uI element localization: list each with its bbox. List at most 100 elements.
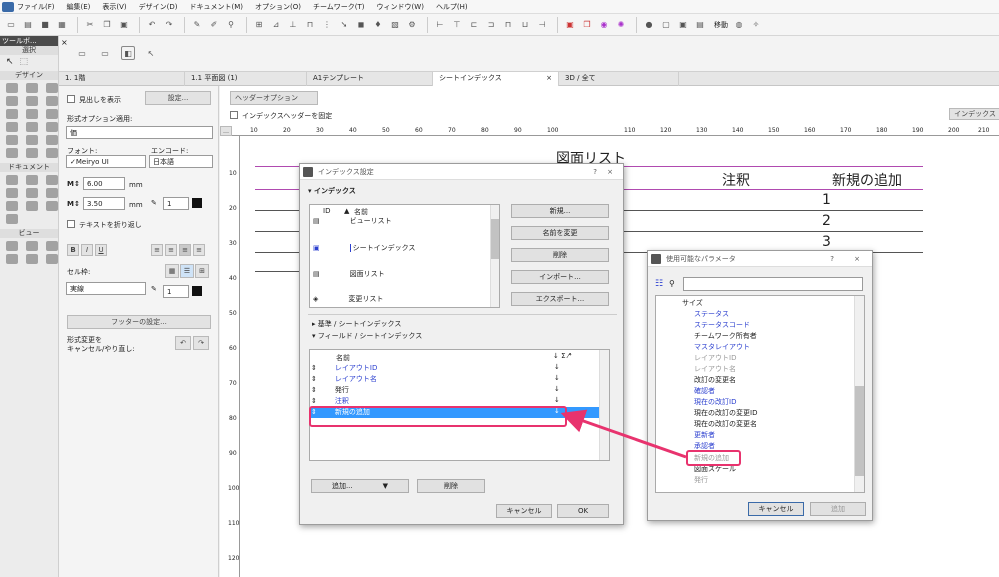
frame-all-icon[interactable]: ⊞	[195, 264, 209, 278]
align-left-icon[interactable]: ≡	[151, 244, 163, 256]
circle-icon[interactable]: ●	[642, 18, 656, 32]
arrow-select-icon[interactable]: ↖	[6, 57, 14, 67]
index-button[interactable]: インデックス	[949, 108, 999, 120]
pick-icon[interactable]: ✎	[190, 18, 204, 32]
export-button[interactable]: エクスポート...	[511, 292, 609, 306]
layer-icon[interactable]: ⊞	[252, 18, 266, 32]
font-select[interactable]: ✓Meiryo UI	[66, 155, 146, 168]
parameter-item[interactable]: ステータス	[694, 309, 729, 319]
geometry-method-icon-3[interactable]: ◧	[121, 46, 135, 60]
align-center-icon[interactable]: ≡	[165, 244, 177, 256]
curtain-tool-icon[interactable]	[46, 135, 58, 145]
menu-edit[interactable]: 編集(E)	[67, 2, 91, 12]
door-tool-icon[interactable]	[6, 96, 18, 106]
figure-icon[interactable]: ✧	[749, 18, 763, 32]
morph-label[interactable]: 移動	[714, 20, 728, 30]
infobox-close-icon[interactable]: ×	[61, 38, 68, 47]
column-tool-icon[interactable]	[26, 83, 38, 93]
params-add-button[interactable]: 追加	[810, 502, 866, 516]
parameter-item[interactable]: 現在の改訂の変更ID	[694, 408, 757, 418]
menu-options[interactable]: オプション(O)	[255, 2, 301, 12]
redo-icon[interactable]: ↷	[162, 18, 176, 32]
frame-pen-input[interactable]: 1	[163, 285, 189, 298]
field-row[interactable]: ⇕ レイアウトID ↓	[311, 363, 599, 374]
window-icon-2[interactable]: ▣	[676, 18, 690, 32]
text-tool-icon[interactable]	[46, 175, 58, 185]
brain-icon[interactable]: ◍	[732, 18, 746, 32]
label-tool-icon[interactable]	[6, 188, 18, 198]
section-tool-icon[interactable]	[6, 241, 18, 251]
cube-icon[interactable]: ❒	[580, 18, 594, 32]
fill-tool-icon[interactable]	[26, 188, 38, 198]
tab-a1-template[interactable]: A1テンプレート	[307, 72, 433, 86]
show-heading-checkbox[interactable]	[67, 95, 75, 103]
parameter-item[interactable]: 確認者	[694, 386, 715, 396]
open-file-icon[interactable]: ▤	[21, 18, 35, 32]
parameter-item[interactable]: 発行	[694, 475, 708, 485]
format-options-select[interactable]: 価	[66, 126, 213, 139]
header-options-button[interactable]: ヘッダーオプション	[230, 91, 318, 105]
cut-icon[interactable]: ✂	[83, 18, 97, 32]
arrow-icon[interactable]: ➘	[337, 18, 351, 32]
delete-index-button[interactable]: 削除	[511, 248, 609, 262]
align-icon-7[interactable]: ⊣	[535, 18, 549, 32]
list-item[interactable]: ▤ 図面リスト	[313, 269, 489, 285]
window-tool-icon[interactable]	[26, 96, 38, 106]
print-icon[interactable]: ▦	[55, 18, 69, 32]
remove-field-button[interactable]: 削除	[417, 479, 485, 493]
line-spacing-input[interactable]: 3.50	[83, 197, 125, 210]
tab-close-icon[interactable]: ×	[546, 72, 552, 85]
id-column-header[interactable]: ID	[323, 207, 330, 215]
slab-tool-icon[interactable]	[6, 109, 18, 119]
mesh-tool-icon[interactable]	[46, 122, 58, 132]
cancel-button[interactable]: キャンセル	[496, 504, 552, 518]
eyedropper-icon[interactable]: ⚲	[224, 18, 238, 32]
import-button[interactable]: インポート...	[511, 270, 609, 284]
geometry-method-icon-1[interactable]: ▭	[75, 46, 89, 60]
line-type-select[interactable]: 実線	[66, 282, 146, 295]
format-undo-icon[interactable]: ↶	[175, 336, 191, 350]
hotspot-tool-icon[interactable]	[6, 214, 18, 224]
align-justify-icon[interactable]: ≡	[193, 244, 205, 256]
circle-tool-icon[interactable]	[6, 201, 18, 211]
ok-button[interactable]: OK	[557, 504, 609, 518]
morph-tool-icon[interactable]	[26, 135, 38, 145]
encoding-select[interactable]: 日本語	[149, 155, 213, 168]
fix-header-checkbox[interactable]	[230, 111, 238, 119]
elevation-tool-icon[interactable]	[26, 241, 38, 251]
tab-floor-plan[interactable]: 1.1 平面図 (1)	[185, 72, 307, 86]
help-icon[interactable]: ?	[830, 251, 834, 267]
menu-view[interactable]: 表示(V)	[102, 2, 126, 12]
list-item[interactable]: ▤ ビューリスト	[313, 216, 489, 232]
camera-tool-icon[interactable]	[26, 254, 38, 264]
close-icon[interactable]: ×	[607, 164, 613, 180]
dimension-tool-icon[interactable]	[6, 175, 18, 185]
railing-tool-icon[interactable]	[26, 122, 38, 132]
parameter-item[interactable]: レイアウト名	[694, 364, 736, 374]
object-tool-icon[interactable]	[46, 96, 58, 106]
sort-icon[interactable]: ▲	[344, 207, 349, 215]
tab-floor-1[interactable]: 1. 1階	[59, 72, 185, 86]
line-tool-icon[interactable]	[46, 188, 58, 198]
params-cancel-button[interactable]: キャンセル	[748, 502, 804, 516]
paste-icon[interactable]: ▣	[117, 18, 131, 32]
geometry-method-icon-2[interactable]: ▭	[98, 46, 112, 60]
menu-help[interactable]: ヘルプ(H)	[436, 2, 468, 12]
text-pen-input[interactable]: 1	[163, 197, 189, 210]
parameter-item[interactable]: チームワーク所有者	[694, 331, 757, 341]
skylight-tool-icon[interactable]	[26, 148, 38, 158]
text-size-input[interactable]: 6.00	[83, 177, 125, 190]
align-right-icon[interactable]: ≡	[179, 244, 191, 256]
tab-sheet-index[interactable]: シートインデックス ×	[433, 72, 559, 86]
frame-pen-color[interactable]	[192, 286, 202, 296]
parameter-item[interactable]: レイアウトID	[694, 353, 736, 363]
text-pen-color[interactable]	[192, 198, 202, 208]
list-item[interactable]: ▣ シートインデックス	[313, 243, 489, 259]
align-icon-5[interactable]: ⊓	[501, 18, 515, 32]
field-row[interactable]: ⇕ レイアウト名 ↓	[311, 374, 599, 385]
help-icon[interactable]: ?	[593, 164, 597, 180]
align-icon-4[interactable]: ⊐	[484, 18, 498, 32]
format-redo-icon[interactable]: ↷	[193, 336, 209, 350]
measure-icon[interactable]: ⊓	[303, 18, 317, 32]
menu-file[interactable]: ファイル(F)	[17, 2, 55, 12]
